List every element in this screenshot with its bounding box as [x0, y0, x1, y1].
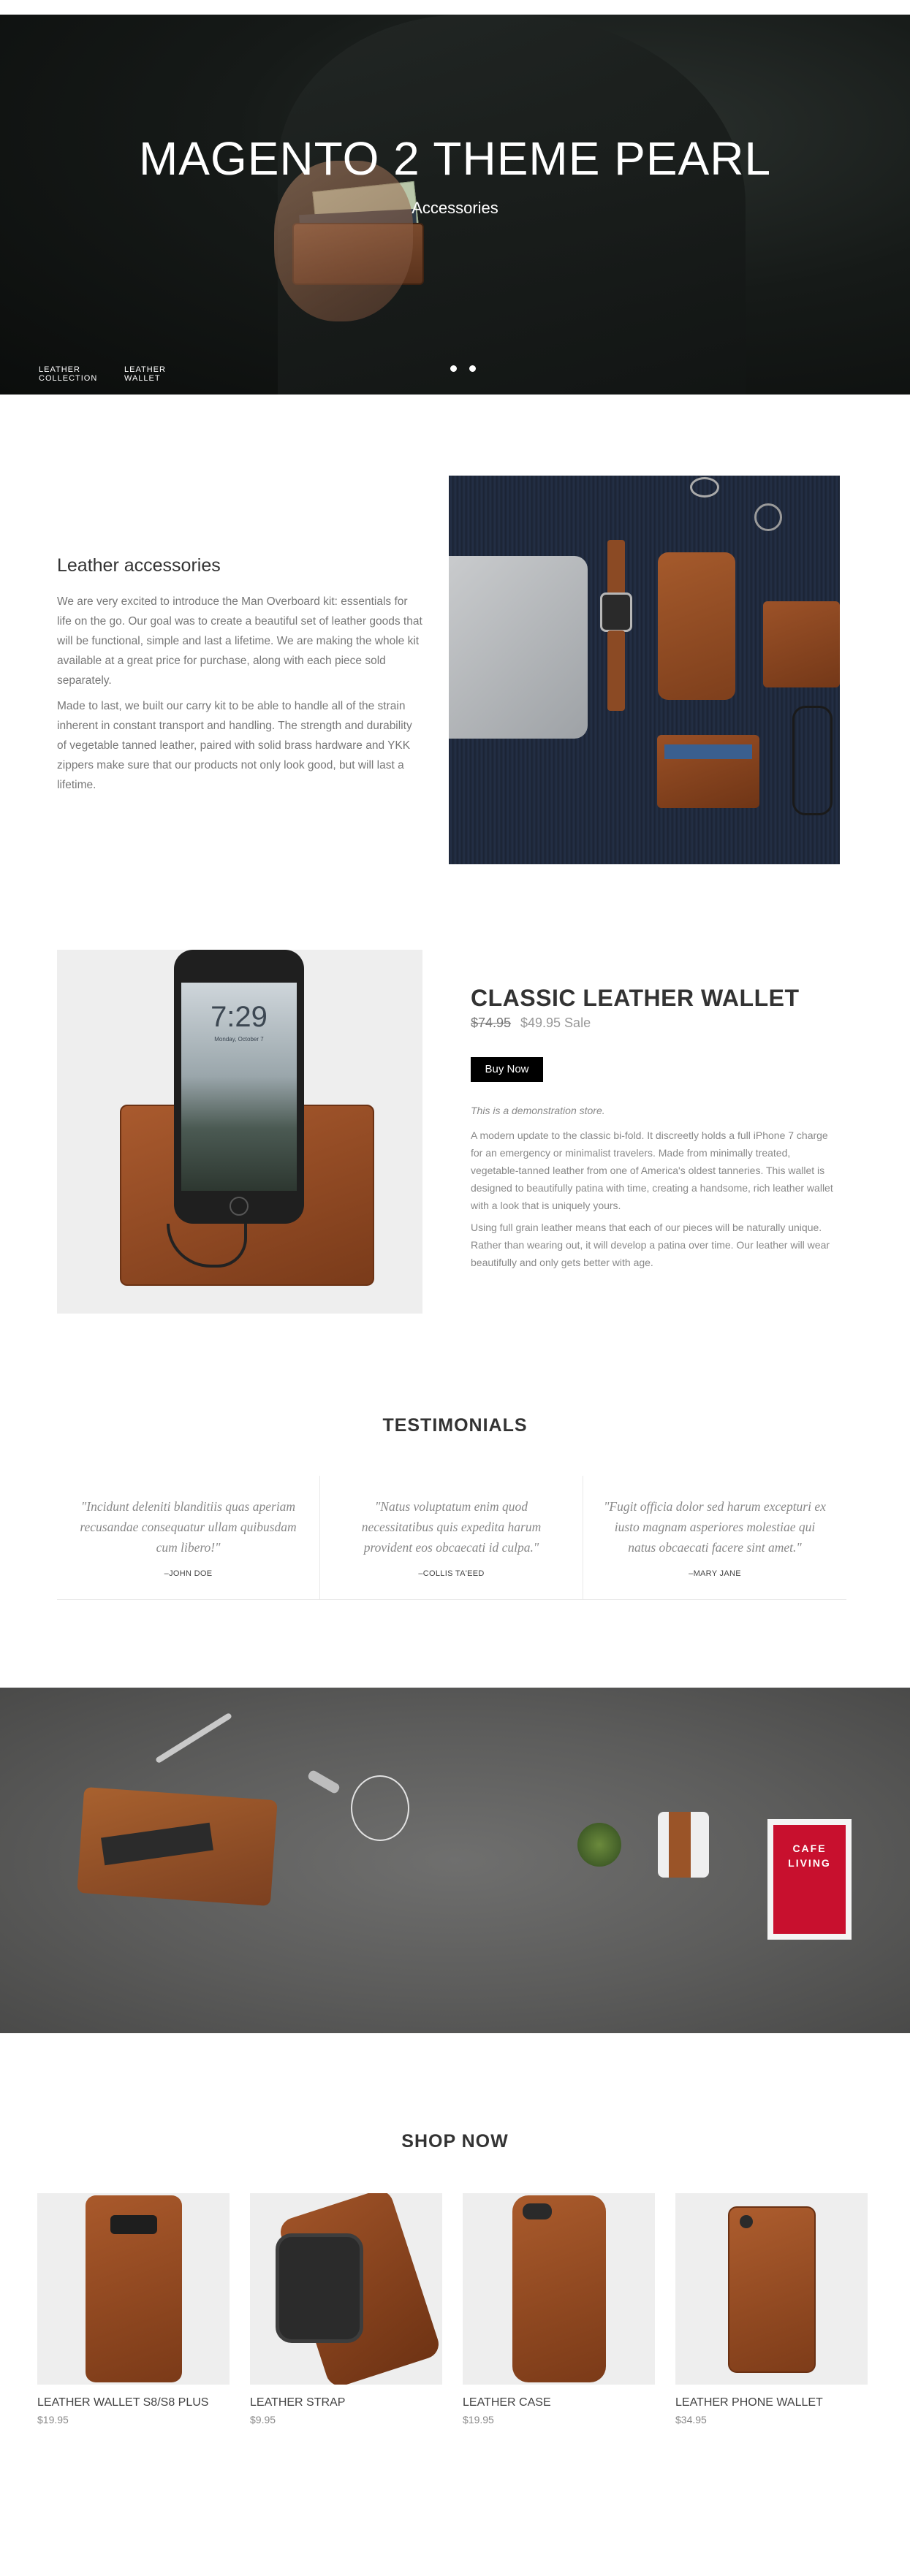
product-card[interactable]: LEATHER PHONE WALLET $34.95 — [675, 2193, 868, 2426]
keyring-shape — [754, 503, 782, 531]
product-card-image[interactable] — [463, 2193, 655, 2385]
watch-strap-top — [607, 540, 625, 595]
book-title-line: CAFE — [792, 1843, 827, 1854]
watch-face-shape — [276, 2233, 363, 2343]
testimonials-title: TESTIMONIALS — [382, 1415, 528, 1436]
hero-link-line: LEATHER — [39, 365, 80, 374]
product-card-name[interactable]: LEATHER CASE — [463, 2396, 655, 2409]
phone-clock: 7:29 — [211, 1001, 268, 1033]
product-card[interactable]: LEATHER WALLET S8/S8 PLUS $19.95 — [37, 2193, 230, 2426]
earphones-shape — [351, 1775, 409, 1841]
about-paragraph-1: We are very excited to introduce the Man… — [57, 595, 422, 687]
testimonial-quote: "Fugit officia dolor sed harum excepturi… — [604, 1499, 826, 1555]
product-sale-price: $49.95 Sale — [520, 1015, 591, 1030]
watch-strap-bottom — [607, 630, 625, 711]
slider-dot-2[interactable] — [469, 365, 476, 372]
phone-case-shape — [512, 2195, 606, 2382]
phone-case-shape — [658, 552, 735, 700]
carabiner-shape — [690, 477, 719, 498]
hero-link-leather-collection[interactable]: LEATHER COLLECTION — [39, 365, 97, 383]
wallet-shape — [763, 601, 840, 687]
pen-shape — [154, 1712, 233, 1764]
book-cover: CAFE LIVING — [773, 1825, 846, 1934]
product-card-name[interactable]: LEATHER WALLET S8/S8 PLUS — [37, 2396, 230, 2409]
product-card[interactable]: LEATHER CASE $19.95 — [463, 2193, 655, 2426]
hero-title: MAGENTO 2 THEME PEARL — [138, 132, 772, 185]
watch-face — [600, 592, 632, 632]
testimonial-card: "Natus voluptatum enim quod necessitatib… — [320, 1476, 583, 1600]
testimonial-card: "Fugit officia dolor sed harum excepturi… — [583, 1476, 846, 1600]
testimonial-author: –COLLIS TA'EED — [418, 1569, 485, 1578]
about-paragraph-2: Made to last, we built our carry kit to … — [57, 700, 412, 791]
product-card-name[interactable]: LEATHER STRAP — [250, 2396, 442, 2409]
product-card[interactable]: LEATHER STRAP $9.95 — [250, 2193, 442, 2426]
hero-banner: MAGENTO 2 THEME PEARL Accessories LEATHE… — [0, 15, 910, 395]
product-title: CLASSIC LEATHER WALLET — [471, 985, 800, 1011]
product-card-price: $19.95 — [463, 2414, 494, 2426]
about-flatlay-image — [449, 476, 840, 864]
product-description-2: Using full grain leather means that each… — [471, 1222, 830, 1268]
testimonial-author: –MARY JANE — [689, 1569, 741, 1578]
lifestyle-banner-image: CAFE LIVING — [0, 1688, 910, 2033]
hero-link-line: WALLET — [124, 374, 161, 383]
hero-link-leather-wallet[interactable]: LEATHER WALLET — [124, 365, 166, 383]
product-image: 7:29 Monday, October 7 — [57, 950, 422, 1314]
testimonial-author: –JOHN DOE — [164, 1569, 213, 1578]
product-card-price: $9.95 — [250, 2414, 276, 2426]
about-heading: Leather accessories — [57, 555, 221, 576]
book-title-line: LIVING — [788, 1857, 831, 1869]
usb-stick-shape — [306, 1769, 341, 1795]
buy-now-button[interactable]: Buy Now — [471, 1057, 543, 1082]
hero-link-line: LEATHER — [124, 365, 166, 374]
camera-cutout-shape — [523, 2203, 552, 2219]
camera-cutout-shape — [740, 2215, 753, 2228]
product-card-price: $34.95 — [675, 2414, 707, 2426]
product-description-1: A modern update to the classic bi-fold. … — [471, 1129, 833, 1211]
demo-store-note: This is a demonstration store. — [471, 1105, 605, 1116]
phone-home-button — [230, 1197, 249, 1216]
card-shape — [664, 744, 752, 759]
product-card-image[interactable] — [37, 2193, 230, 2385]
camera-bump-shape — [110, 2215, 157, 2234]
laptop-shape — [449, 556, 588, 739]
plant-shape — [577, 1823, 621, 1867]
product-card-image[interactable] — [675, 2193, 868, 2385]
testimonial-card: "Incidunt deleniti blanditiis quas aperi… — [57, 1476, 320, 1600]
cable-strap-shape — [669, 1812, 691, 1878]
slider-dot-1[interactable] — [450, 365, 457, 372]
product-card-image[interactable] — [250, 2193, 442, 2385]
shop-now-title: SHOP NOW — [401, 2131, 509, 2152]
product-card-name[interactable]: LEATHER PHONE WALLET — [675, 2396, 868, 2409]
phone-date: Monday, October 7 — [214, 1036, 264, 1043]
hero-link-line: COLLECTION — [39, 374, 98, 383]
book-shape: CAFE LIVING — [767, 1819, 852, 1940]
testimonial-quote: "Incidunt deleniti blanditiis quas aperi… — [80, 1499, 297, 1555]
glasses-shape — [792, 706, 833, 815]
product-card-price: $19.95 — [37, 2414, 69, 2426]
testimonial-quote: "Natus voluptatum enim quod necessitatib… — [361, 1499, 542, 1555]
hero-subtitle: Accessories — [412, 199, 498, 217]
phone-wallet-shape — [728, 2206, 816, 2373]
product-old-price: $74.95 — [471, 1015, 512, 1030]
